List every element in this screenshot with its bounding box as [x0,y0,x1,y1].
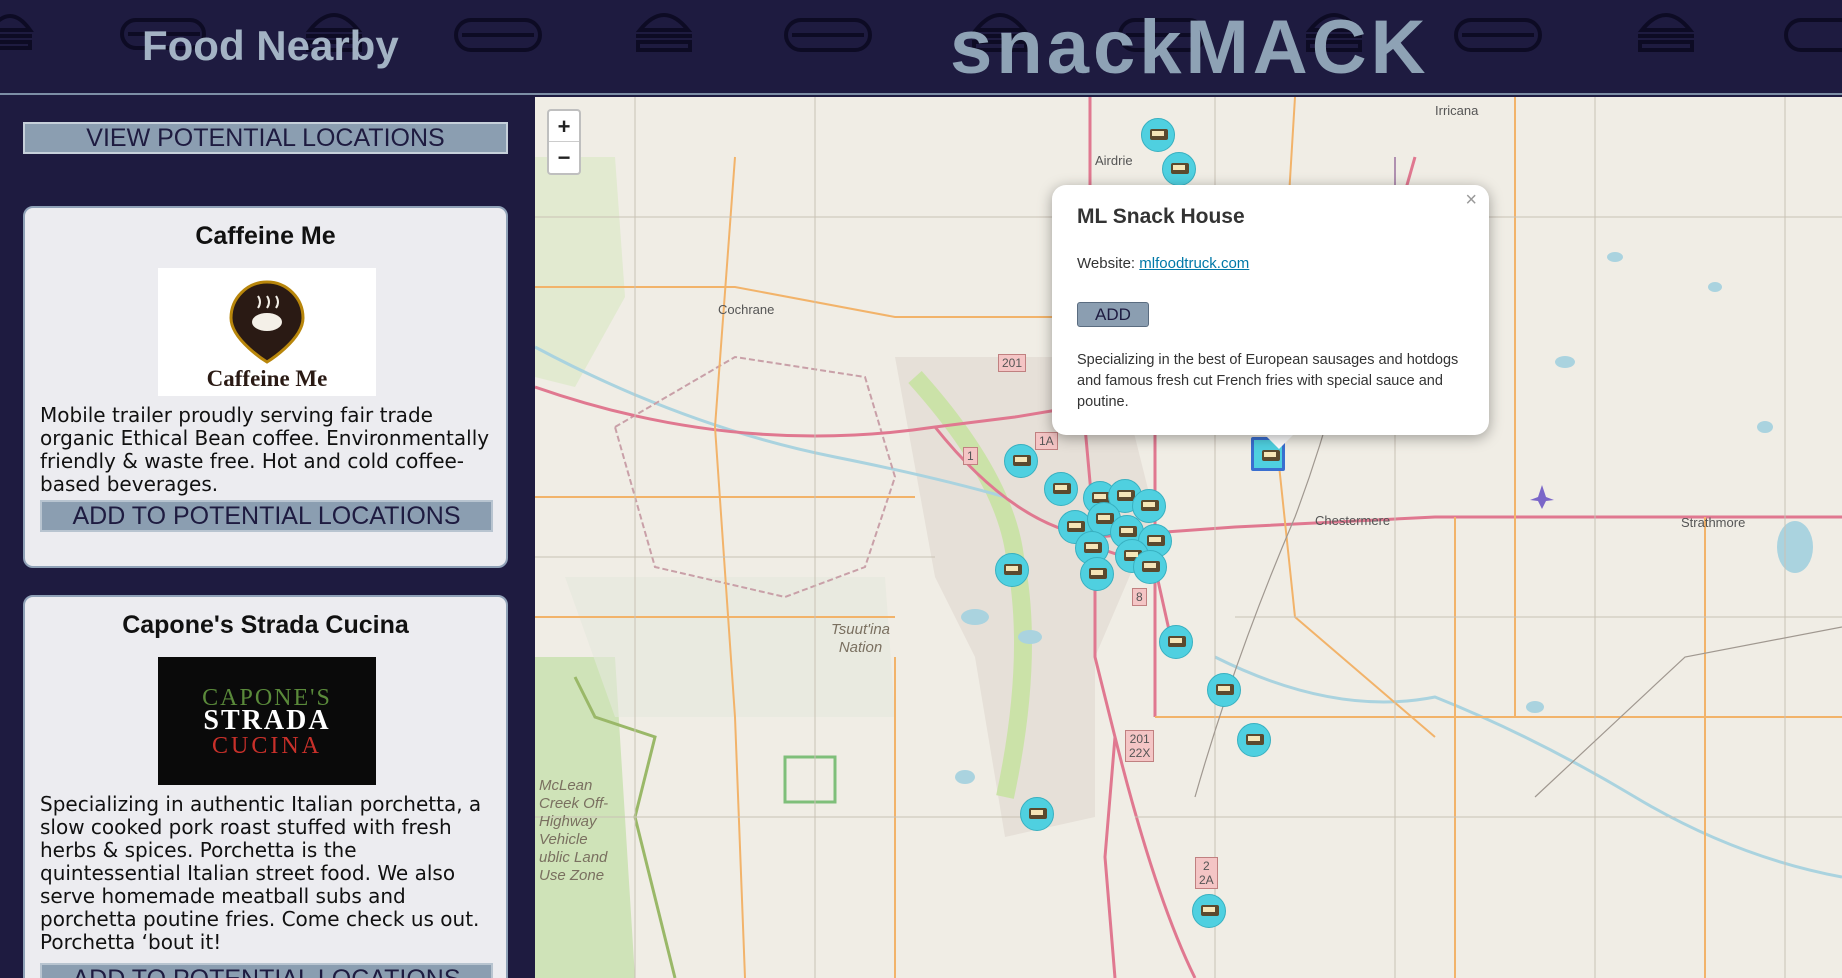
hotdog-icon [1454,18,1542,52]
zoom-in-button[interactable]: + [549,111,579,142]
card-title: Capone's Strada Cucina [122,611,409,639]
truck-info-popup: × ML Snack House Website: mlfoodtruck.co… [1052,185,1489,435]
hotdog-icon [454,18,542,52]
place-label-airdrie: Airdrie [1095,153,1133,168]
logo-text: Caffeine Me [207,366,328,391]
place-label-cochrane: Cochrane [718,302,775,317]
card-description: Specializing in authentic Italian porche… [40,792,482,954]
food-truck-marker[interactable] [1207,673,1241,707]
route-shield: 2 2A [1195,857,1218,889]
card-description: Mobile trailer proudly serving fair trad… [40,403,490,496]
route-shield: 201 [998,354,1027,372]
hotdog-icon [784,18,872,52]
place-label-irricana: Irricana [1435,103,1479,118]
popup-description: Specializing in the best of European sau… [1077,352,1459,410]
hotdog-icon [1784,18,1842,52]
food-truck-marker[interactable] [1020,797,1054,831]
close-icon[interactable]: × [1465,189,1477,212]
website-label: Website: [1077,255,1136,272]
popup-tip [1263,433,1295,449]
view-potential-locations-button[interactable]: VIEW POTENTIAL LOCATIONS [23,122,508,154]
svg-text:STRADA: STRADA [203,705,330,736]
food-truck-marker[interactable] [1044,472,1078,506]
zoom-out-button[interactable]: − [549,142,579,173]
popup-add-button[interactable]: ADD [1077,302,1149,327]
food-truck-marker[interactable] [1162,152,1196,186]
route-shield: 201 22X [1125,730,1155,762]
food-truck-marker[interactable] [1004,444,1038,478]
page-title: Food Nearby [142,22,399,69]
food-truck-card: Caffeine Me Caffeine Me Mobile trailer p… [23,206,508,568]
route-shield: 8 [1132,588,1147,606]
app-header: Food Nearby snackMACK [0,0,1842,95]
capones-logo: CAPONE'S STRADA CUCINA [158,657,376,785]
add-to-potential-locations-button[interactable]: ADD TO POTENTIAL LOCATIONS [40,500,493,532]
burger-icon [1637,13,1695,52]
route-shield: 1A [1035,432,1058,450]
caffeine-me-logo: Caffeine Me [158,268,376,396]
place-label-strathmore: Strathmore [1681,515,1746,530]
food-truck-marker[interactable] [995,553,1029,587]
food-truck-marker[interactable] [1159,625,1193,659]
svg-text:CUCINA: CUCINA [212,733,322,759]
burger-icon [635,13,693,52]
card-title: Caffeine Me [195,222,336,250]
burger-icon [0,14,34,50]
popup-title: ML Snack House [1077,205,1245,228]
place-label-mclean-creek: McLean Creek Off- Highway Vehicle ublic … [539,777,609,884]
website-link[interactable]: mlfoodtruck.com [1139,255,1249,272]
zoom-control: + − [547,109,581,175]
place-label-chestermere: Chestermere [1315,513,1391,528]
route-shield: 1 [963,447,978,465]
food-truck-marker[interactable] [1192,894,1226,928]
food-list-sidebar[interactable]: VIEW POTENTIAL LOCATIONS Caffeine Me Caf… [0,96,533,978]
food-truck-card: Capone's Strada Cucina CAPONE'S STRADA C… [23,595,508,978]
food-truck-marker[interactable] [1141,118,1175,152]
place-label-tsuutina: Tsuut'ina Nation [831,621,891,656]
brand-logo: snackMACK [950,5,1430,90]
food-truck-marker[interactable] [1237,723,1271,757]
popup-website: Website: mlfoodtruck.com [1077,255,1249,272]
map-view[interactable]: Irricana Airdrie Cochrane Chestermere St… [535,97,1842,978]
food-truck-marker[interactable] [1133,550,1167,584]
add-to-potential-locations-button[interactable]: ADD TO POTENTIAL LOCATIONS [40,963,493,978]
food-truck-marker[interactable] [1080,557,1114,591]
